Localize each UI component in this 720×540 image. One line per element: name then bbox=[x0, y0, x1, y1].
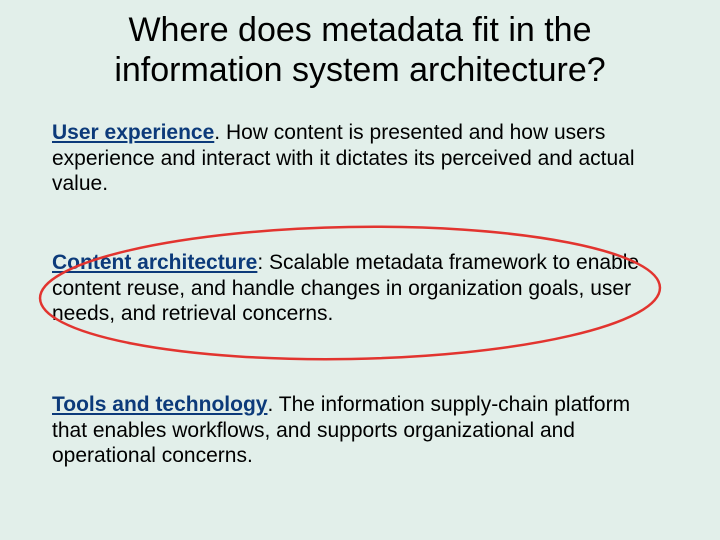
section-tools-technology: Tools and technology. The information su… bbox=[52, 392, 660, 469]
section-sep: . bbox=[267, 393, 278, 416]
section-user-experience: User experience. How content is presente… bbox=[52, 120, 660, 197]
section-lead: Tools and technology bbox=[52, 393, 267, 416]
section-lead: User experience bbox=[52, 121, 214, 144]
slide: Where does metadata fit in the informati… bbox=[0, 0, 720, 540]
section-sep: : bbox=[257, 251, 269, 274]
slide-title: Where does metadata fit in the informati… bbox=[0, 10, 720, 90]
section-sep: . bbox=[214, 121, 226, 144]
section-content-architecture: Content architecture: Scalable metadata … bbox=[52, 250, 660, 327]
section-lead: Content architecture bbox=[52, 251, 257, 274]
